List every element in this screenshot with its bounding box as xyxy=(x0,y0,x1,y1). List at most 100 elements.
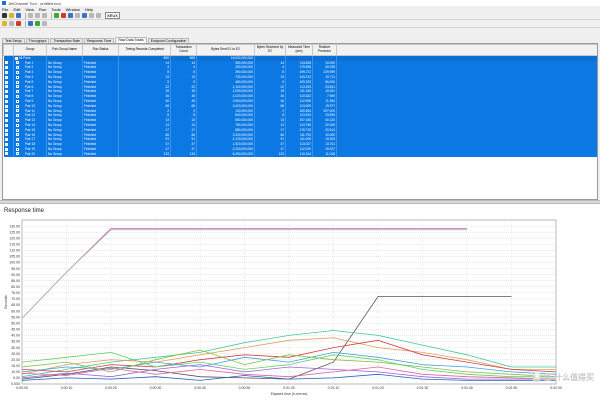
tree-line-icon xyxy=(16,104,19,108)
edit-pair-icon[interactable] xyxy=(9,21,14,26)
pair-icon xyxy=(4,104,8,108)
x-tick-label: 0:02:00 xyxy=(550,386,562,390)
table-cell: 133 xyxy=(118,151,171,157)
tree-line-icon xyxy=(16,128,19,132)
pair-name: Pair 11 xyxy=(25,108,35,113)
pair-icon xyxy=(4,147,8,151)
table-cell: Finished xyxy=(82,151,119,157)
menu-edit[interactable]: Edit xyxy=(13,7,20,12)
pairs-icon xyxy=(15,56,18,60)
pair-name: Pair 12 xyxy=(25,113,36,118)
row-icon-cell xyxy=(3,151,14,157)
stop-icon[interactable] xyxy=(61,13,66,18)
y-tick-label: 70.00 xyxy=(11,297,20,301)
response-icon[interactable] xyxy=(42,21,47,26)
copy-icon[interactable] xyxy=(35,13,40,18)
y-tick-label: 50.00 xyxy=(11,321,20,325)
column-header[interactable]: Transaction Count xyxy=(170,44,197,56)
column-header[interactable]: Measured Time (sec) xyxy=(285,44,313,56)
y-tick-label: 40.00 xyxy=(11,334,20,338)
tree-line-icon xyxy=(16,99,19,103)
x-tick-label: 0:00:20 xyxy=(105,386,117,390)
watermark-logo: 值 xyxy=(532,373,542,382)
tree-line-icon xyxy=(16,142,19,146)
x-tick-label: 0:01:40 xyxy=(461,386,473,390)
delete-pair-icon[interactable] xyxy=(16,21,21,26)
paste-icon[interactable] xyxy=(42,13,47,18)
table-cell: 11.018 xyxy=(312,151,337,157)
table-cell: 110.314 xyxy=(285,151,313,157)
y-tick-label: 100.00 xyxy=(9,261,20,265)
cut-icon[interactable] xyxy=(28,13,33,18)
column-header[interactable]: Run Status xyxy=(82,44,119,56)
settings-icon[interactable] xyxy=(75,13,80,18)
print-icon[interactable] xyxy=(89,13,94,18)
menu-run[interactable]: Run xyxy=(39,7,46,12)
add-pair-icon[interactable] xyxy=(2,21,7,26)
column-header[interactable]: Bytes Received by E2 xyxy=(254,44,286,56)
menu-view[interactable]: View xyxy=(25,7,34,12)
help-icon[interactable] xyxy=(96,13,101,18)
app-icon xyxy=(2,1,6,5)
y-tick-label: 35.00 xyxy=(11,340,20,344)
pair-name: Pair 16 xyxy=(25,132,36,137)
menu-file[interactable]: File xyxy=(2,7,8,12)
pair-name: Pair 4 xyxy=(25,75,34,80)
y-axis-label: Seconds xyxy=(4,295,8,309)
column-header[interactable]: Pair Group Name xyxy=(46,44,83,56)
new-file-icon[interactable] xyxy=(2,13,7,18)
column-header[interactable]: Bytes Sent E1 to E2 xyxy=(196,44,255,56)
tree-line-icon xyxy=(16,118,19,122)
pair-icon xyxy=(4,94,8,98)
column-header[interactable]: Group xyxy=(13,44,47,56)
column-header[interactable]: Relative Precision xyxy=(312,44,337,56)
pair-name: Pair 20 xyxy=(25,151,36,156)
main-toolbar: XEUX xyxy=(0,12,600,20)
tree-line-icon xyxy=(16,138,19,142)
pair-icon xyxy=(4,114,8,118)
x-tick-label: 0:01:20 xyxy=(372,386,384,390)
column-header[interactable]: Timing Records Completed xyxy=(118,44,171,56)
pair-icon xyxy=(4,138,8,142)
tree-line-icon xyxy=(16,70,19,74)
x-tick-label: 0:01:50 xyxy=(506,386,518,390)
tree-line-icon xyxy=(16,90,19,94)
y-tick-label: 20.00 xyxy=(11,358,20,362)
tree-line-icon xyxy=(16,123,19,127)
transaction-icon[interactable] xyxy=(35,21,40,26)
y-tick-label: 45.00 xyxy=(11,328,20,332)
pair-icon xyxy=(4,90,8,94)
column-header[interactable] xyxy=(3,44,14,56)
menu-window[interactable]: Window xyxy=(66,7,80,12)
raw-data-table: Group Pair Group Name Run Status Timing … xyxy=(3,44,597,157)
throughput-icon[interactable] xyxy=(28,21,33,26)
results-grid: Group Pair Group Name Run Status Timing … xyxy=(2,43,598,200)
y-tick-label: 60.00 xyxy=(11,309,20,313)
y-tick-label: 90.00 xyxy=(11,273,20,277)
save-icon[interactable] xyxy=(16,13,21,18)
table-row[interactable]: Pair 20 No Group Finished 133 133 6,390,000,0… xyxy=(3,151,597,157)
x-tick-label: 0:00:30 xyxy=(150,386,162,390)
run-icon[interactable] xyxy=(54,13,59,18)
table-header-row: Group Pair Group Name Run Status Timing … xyxy=(3,44,597,56)
menu-tools[interactable]: Tools xyxy=(51,7,60,12)
graph-icon[interactable] xyxy=(82,13,87,18)
open-folder-icon[interactable] xyxy=(9,13,14,18)
secondary-toolbar xyxy=(0,20,600,28)
y-tick-label: 25.00 xyxy=(11,352,20,356)
y-tick-label: 85.00 xyxy=(11,279,20,283)
chart-icon[interactable] xyxy=(68,13,73,18)
pair-name: Pair 14 xyxy=(25,123,36,128)
pair-name: Pair 3 xyxy=(25,70,34,75)
x-tick-label: 0:00:40 xyxy=(194,386,206,390)
pair-icon xyxy=(4,61,8,65)
pair-name: Pair 2 xyxy=(25,65,34,70)
table-cell: 133 xyxy=(170,151,197,157)
pair-icon xyxy=(4,133,8,137)
pair-icon xyxy=(4,152,8,156)
pair-icon xyxy=(4,99,8,103)
menu-help[interactable]: Help xyxy=(85,7,93,12)
table-cell: 133 xyxy=(254,151,286,157)
y-tick-label: 75.00 xyxy=(11,291,20,295)
tree-line-icon xyxy=(16,109,19,113)
